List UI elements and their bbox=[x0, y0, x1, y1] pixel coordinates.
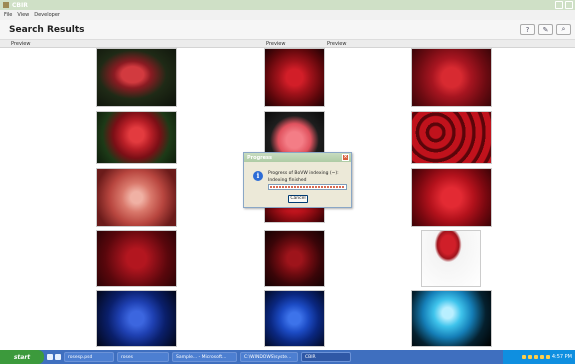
column-headers: Preview Preview Preview bbox=[0, 40, 575, 48]
dialog-close-button[interactable]: × bbox=[342, 154, 349, 161]
dialog-body: i Progress of BoVW indexing (~): Indexin… bbox=[244, 162, 351, 209]
column-header-2: Preview bbox=[266, 41, 286, 47]
taskbar-item-label: rosesp.psd bbox=[68, 354, 93, 360]
system-tray: 4:57 PM bbox=[503, 350, 575, 364]
maximize-button[interactable] bbox=[565, 1, 573, 9]
rose-image bbox=[412, 291, 491, 346]
browser-icon[interactable] bbox=[55, 354, 61, 360]
taskbar-item[interactable]: Sample... - Microsoft... bbox=[172, 352, 237, 362]
results-header: Search Results ? ✎ ⌕ bbox=[0, 20, 575, 40]
taskbar-item-label: Sample... - Microsoft... bbox=[176, 354, 227, 360]
taskbar-item[interactable]: C:\WINDOWS\syste... bbox=[240, 352, 298, 362]
rose-image bbox=[97, 169, 176, 226]
start-button[interactable]: start bbox=[0, 350, 44, 364]
search-button[interactable]: ⌕ bbox=[556, 24, 571, 35]
rose-image bbox=[412, 49, 491, 106]
column-header-1: Preview bbox=[11, 41, 31, 47]
rose-image bbox=[97, 49, 176, 106]
menu-view[interactable]: View bbox=[17, 12, 29, 18]
tray-icon[interactable] bbox=[545, 355, 550, 359]
result-thumbnail[interactable] bbox=[411, 168, 492, 227]
rose-image bbox=[412, 112, 491, 163]
clock: 4:57 PM bbox=[551, 354, 572, 360]
tray-icon[interactable] bbox=[539, 355, 544, 359]
rose-image bbox=[265, 291, 324, 346]
progress-message: Progress of BoVW indexing (~): bbox=[268, 171, 339, 176]
result-thumbnail[interactable] bbox=[264, 290, 325, 347]
result-thumbnail[interactable] bbox=[96, 230, 177, 287]
dialog-title: Progress bbox=[247, 154, 272, 161]
rose-image bbox=[265, 231, 324, 286]
quick-launch bbox=[47, 354, 61, 360]
help-icon: ? bbox=[525, 25, 530, 34]
taskbar-item-active[interactable]: CBIR bbox=[301, 352, 351, 362]
result-thumbnail[interactable] bbox=[421, 230, 481, 287]
rose-image bbox=[422, 231, 480, 286]
result-thumbnail[interactable] bbox=[411, 290, 492, 347]
title-bar: CBIR bbox=[0, 0, 575, 10]
window-controls bbox=[555, 1, 573, 9]
menu-bar: File View Developer bbox=[0, 10, 575, 20]
status-message: Indexing finished bbox=[268, 178, 307, 183]
taskbar-item[interactable]: roses bbox=[117, 352, 169, 362]
progress-bar-fill bbox=[270, 186, 345, 188]
desktop-icon[interactable] bbox=[47, 354, 53, 360]
progress-dialog: Progress × i Progress of BoVW indexing (… bbox=[243, 152, 352, 208]
result-thumbnail[interactable] bbox=[96, 48, 177, 107]
rose-image bbox=[97, 112, 176, 163]
header-toolbar: ? ✎ ⌕ bbox=[520, 24, 571, 35]
window-title: CBIR bbox=[12, 1, 28, 9]
help-button[interactable]: ? bbox=[520, 24, 535, 35]
rose-image bbox=[265, 49, 324, 106]
column-header-3: Preview bbox=[327, 41, 347, 47]
edit-button[interactable]: ✎ bbox=[538, 24, 553, 35]
page-title: Search Results bbox=[9, 25, 85, 35]
tray-icon[interactable] bbox=[527, 355, 532, 359]
info-icon: i bbox=[253, 171, 263, 181]
taskbar: start rosesp.psd roses Sample... - Micro… bbox=[0, 350, 575, 364]
tray-icon[interactable] bbox=[533, 355, 538, 359]
tray-icon[interactable] bbox=[521, 355, 526, 359]
rose-image bbox=[97, 231, 176, 286]
result-thumbnail[interactable] bbox=[264, 230, 325, 287]
result-thumbnail[interactable] bbox=[411, 48, 492, 107]
cancel-button[interactable]: Cancel bbox=[288, 195, 308, 203]
edit-icon: ✎ bbox=[542, 25, 549, 34]
menu-developer[interactable]: Developer bbox=[34, 12, 60, 18]
result-thumbnail[interactable] bbox=[96, 111, 177, 164]
app-icon bbox=[3, 2, 9, 8]
progress-bar bbox=[268, 184, 347, 190]
result-thumbnail[interactable] bbox=[411, 111, 492, 164]
result-thumbnail[interactable] bbox=[96, 290, 177, 347]
taskbar-item-label: roses bbox=[121, 354, 133, 360]
dialog-title-bar: Progress × bbox=[244, 153, 351, 162]
menu-file[interactable]: File bbox=[4, 12, 12, 18]
taskbar-item[interactable]: rosesp.psd bbox=[64, 352, 114, 362]
rose-image bbox=[412, 169, 491, 226]
taskbar-item-label: CBIR bbox=[305, 354, 316, 360]
result-thumbnail[interactable] bbox=[264, 48, 325, 107]
app-window: CBIR File View Developer Search Results … bbox=[0, 0, 575, 364]
taskbar-item-label: C:\WINDOWS\syste... bbox=[244, 354, 292, 360]
minimize-button[interactable] bbox=[555, 1, 563, 9]
result-thumbnail[interactable] bbox=[96, 168, 177, 227]
search-icon: ⌕ bbox=[561, 25, 566, 33]
rose-image bbox=[97, 291, 176, 346]
